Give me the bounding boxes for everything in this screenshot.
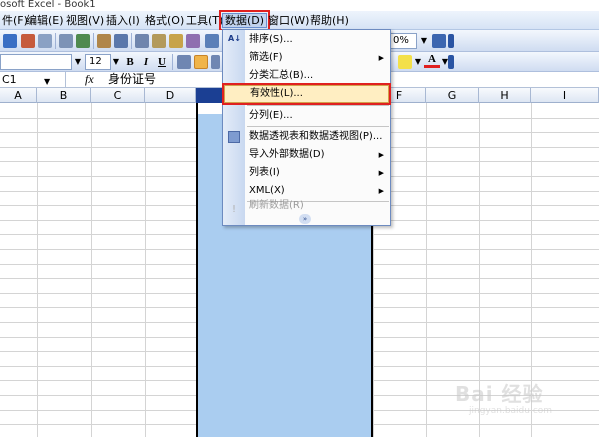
insert-function-icon[interactable]: fx	[85, 72, 94, 87]
paste-icon[interactable]	[152, 34, 166, 48]
zoom-dropdown-icon[interactable]: ▼	[418, 33, 430, 49]
name-box[interactable]: C1 ▼	[0, 72, 66, 87]
submenu-arrow-icon: ▶	[378, 54, 384, 62]
print-icon[interactable]	[38, 34, 52, 48]
cut-icon[interactable]	[114, 34, 128, 48]
align-left-icon[interactable]	[177, 55, 191, 69]
menu-tools[interactable]: 工具(T)	[184, 13, 225, 28]
menu-item-pivot-table[interactable]: 数据透视表和数据透视图(P)...	[223, 128, 390, 146]
watermark-url: jingyan.baidu.com	[469, 406, 553, 416]
column-gridline	[426, 103, 427, 437]
toolbar-options-icon[interactable]	[448, 55, 454, 69]
print-preview-icon[interactable]	[59, 34, 73, 48]
font-size-field[interactable]: 12	[85, 54, 111, 70]
column-gridline	[37, 103, 38, 437]
toolbar-options-icon[interactable]	[448, 34, 454, 48]
menu-edit[interactable]: 编辑(E)	[24, 13, 66, 28]
excel-window: osoft Excel - Book1 件(F) 编辑(E) 视图(V) 插入(…	[0, 0, 599, 437]
fill-color-dropdown-icon[interactable]: ▼	[412, 54, 424, 70]
font-size-dropdown-icon[interactable]: ▼	[110, 54, 122, 70]
font-name-dropdown-icon[interactable]: ▼	[72, 54, 84, 70]
baidu-watermark-logo: Bai 经验 jingyan.baidu.com	[455, 370, 595, 420]
help-icon[interactable]	[432, 34, 446, 48]
bold-button[interactable]: B	[122, 54, 138, 70]
brush-icon[interactable]	[186, 34, 200, 48]
column-header-g[interactable]: G	[426, 88, 479, 103]
align-right-icon[interactable]	[211, 55, 220, 69]
column-header-c[interactable]: C	[91, 88, 145, 103]
column-header-h[interactable]: H	[479, 88, 531, 103]
underline-button[interactable]: U	[154, 54, 170, 70]
italic-button[interactable]: I	[138, 54, 154, 70]
menu-help[interactable]: 帮助(H)	[308, 13, 351, 28]
column-gridline	[145, 103, 146, 437]
copy-icon[interactable]	[135, 34, 149, 48]
name-box-dropdown-icon[interactable]: ▼	[44, 74, 50, 89]
column-header-i[interactable]: I	[531, 88, 599, 103]
menu-insert[interactable]: 插入(I)	[104, 13, 142, 28]
menu-view[interactable]: 视图(V)	[64, 13, 106, 28]
menu-data[interactable]: 数据(D)	[218, 10, 271, 31]
formula-input[interactable]: 身份证号	[108, 72, 156, 87]
data-menu-dropdown: A↓ 排序(S)... 筛选(F) ▶ 分类汇总(B)... 有效性(L)...…	[222, 29, 391, 226]
menu-item-refresh-data: 刷新数据(R)	[249, 200, 304, 211]
submenu-arrow-icon: ▶	[378, 169, 384, 177]
menu-item-list[interactable]: 列表(I) ▶	[223, 164, 390, 182]
menu-format[interactable]: 格式(O)	[143, 13, 186, 28]
menu-item-validation[interactable]: 有效性(L)...	[222, 83, 391, 105]
spelling-icon[interactable]	[76, 34, 90, 48]
watermark-text: Bai 经验	[455, 382, 544, 406]
format-painter-icon[interactable]	[169, 34, 183, 48]
column-header-a[interactable]: A	[0, 88, 37, 103]
save-icon[interactable]	[3, 34, 17, 48]
menu-bar: 件(F) 编辑(E) 视图(V) 插入(I) 格式(O) 工具(T) 数据(D)…	[0, 10, 599, 31]
window-title: osoft Excel - Book1	[0, 0, 96, 10]
research-icon[interactable]	[97, 34, 111, 48]
fill-color-icon[interactable]	[398, 55, 412, 69]
menu-item-import-external-data[interactable]: 导入外部数据(D) ▶	[223, 146, 390, 164]
menu-item-sort[interactable]: 排序(S)...	[223, 31, 390, 49]
permission-icon[interactable]	[21, 34, 35, 48]
title-bar: osoft Excel - Book1	[0, 0, 599, 11]
menu-item-subtotals[interactable]: 分类汇总(B)...	[223, 67, 390, 85]
menu-item-filter[interactable]: 筛选(F) ▶	[223, 49, 390, 67]
column-header-b[interactable]: B	[37, 88, 91, 103]
menu-window[interactable]: 窗口(W)	[266, 13, 311, 28]
submenu-arrow-icon: ▶	[378, 151, 384, 159]
column-header-d[interactable]: D	[145, 88, 196, 103]
undo-icon[interactable]	[205, 34, 219, 48]
align-center-icon[interactable]	[194, 55, 208, 69]
column-gridline	[91, 103, 92, 437]
menu-item-text-to-columns[interactable]: 分列(E)...	[223, 107, 390, 125]
expand-menu-chevron-icon[interactable]: »	[299, 214, 311, 224]
font-name-field[interactable]	[0, 54, 72, 70]
font-color-button[interactable]: A	[424, 53, 440, 68]
name-box-value: C1	[2, 73, 17, 86]
zoom-field[interactable]: 0%	[389, 33, 417, 49]
